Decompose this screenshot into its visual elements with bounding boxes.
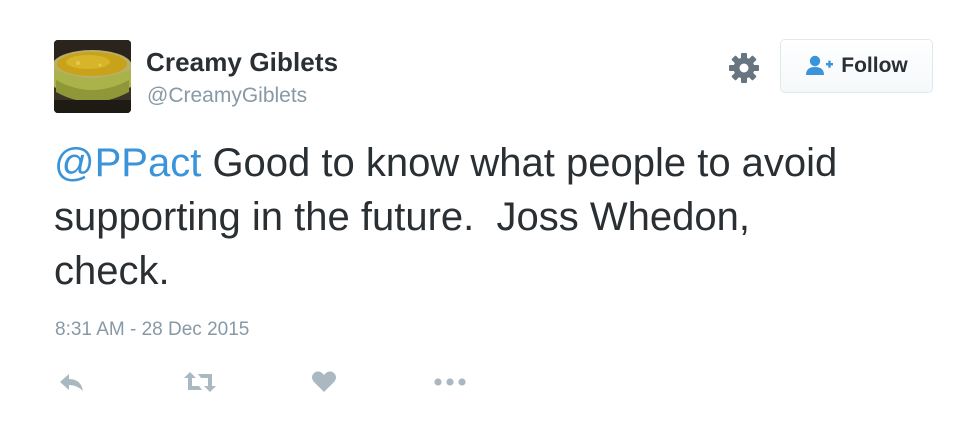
timestamp[interactable]: 8:31 AM - 28 Dec 2015 <box>55 319 249 341</box>
reply-icon <box>60 374 83 391</box>
more-icon <box>434 378 466 386</box>
follow-user-icon <box>805 54 835 78</box>
user-name[interactable]: Creamy Giblets <box>146 47 338 78</box>
gear-icon[interactable] <box>726 50 762 86</box>
follow-button[interactable]: Follow <box>780 39 933 93</box>
user-handle[interactable]: @CreamyGiblets <box>147 84 307 108</box>
follow-label: Follow <box>841 54 908 77</box>
mention-link[interactable]: @PPact <box>54 141 201 185</box>
reply-button[interactable] <box>54 366 90 398</box>
tweet-card: Creamy Giblets @CreamyGiblets Follow @PP… <box>0 0 980 435</box>
tweet-text-line-1: Good to know what people to avoid <box>201 141 838 185</box>
tweet-text: @PPact Good to know what people to avoid… <box>54 136 954 298</box>
heart-icon <box>312 371 336 392</box>
avatar[interactable] <box>54 40 131 113</box>
more-button[interactable] <box>432 366 468 398</box>
like-button[interactable] <box>308 366 340 398</box>
retweet-icon <box>184 372 216 392</box>
retweet-button[interactable] <box>180 366 220 398</box>
tweet-text-line-3: check. <box>54 249 170 293</box>
tweet-text-line-2: supporting in the future. Joss Whedon, <box>54 195 750 239</box>
